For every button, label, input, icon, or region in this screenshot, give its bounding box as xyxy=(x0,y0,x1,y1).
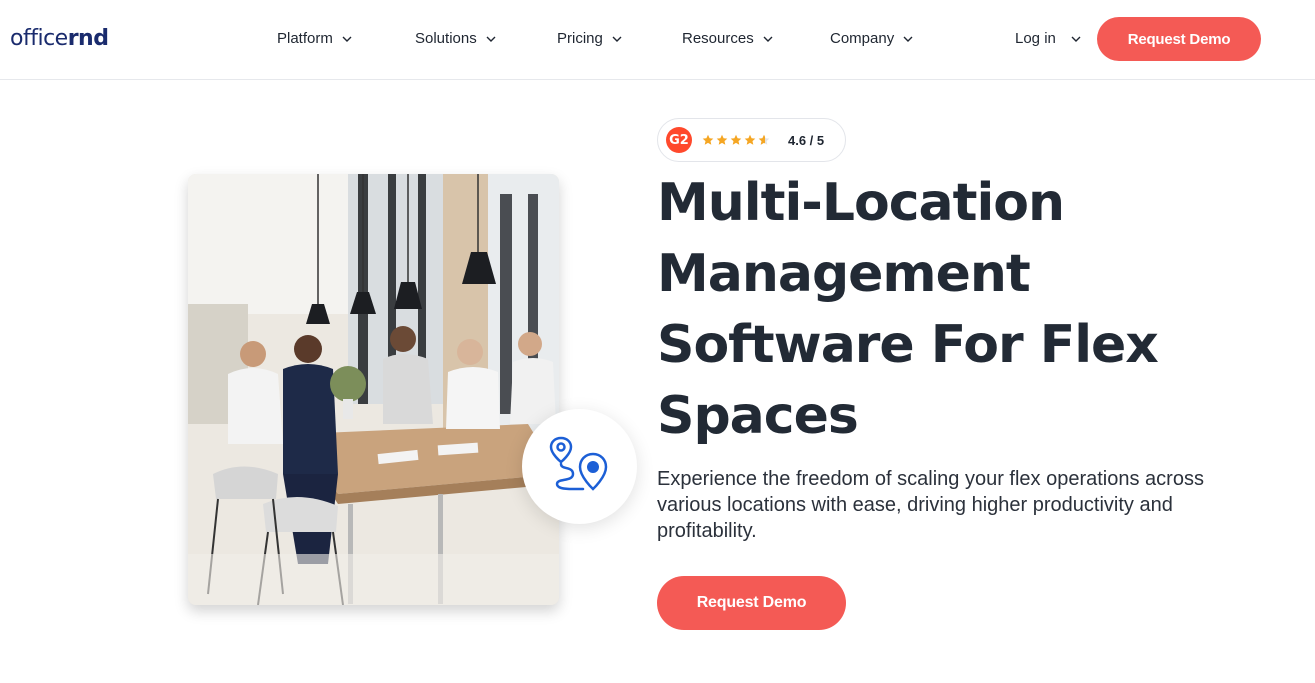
hero-subtitle: Experience the freedom of scaling your f… xyxy=(657,468,1204,542)
logo-bold-text: rnd xyxy=(67,26,109,51)
hero-title: Multi-Location Management Software For F… xyxy=(657,173,1159,446)
location-route-icon xyxy=(549,436,611,497)
nav-item-solutions[interactable]: Solutions xyxy=(415,30,497,47)
hero-request-demo-button[interactable]: Request Demo xyxy=(657,576,846,630)
nav-request-demo-button[interactable]: Request Demo xyxy=(1097,17,1261,61)
chevron-down-icon xyxy=(1070,33,1082,45)
chevron-down-icon xyxy=(762,33,774,45)
nav-item-label: Company xyxy=(830,30,895,47)
half-star-icon xyxy=(758,134,770,145)
rating-stars xyxy=(702,134,770,146)
login-label: Log in xyxy=(1015,30,1056,47)
nav-item-label: Pricing xyxy=(557,30,603,47)
chevron-down-icon xyxy=(902,33,914,45)
nav-item-label: Platform xyxy=(277,30,333,47)
chevron-down-icon xyxy=(611,33,623,45)
logo-light-text: office xyxy=(10,26,68,51)
hero-office-meeting-photo xyxy=(188,174,559,605)
nav-item-label: Solutions xyxy=(415,30,477,47)
chevron-down-icon xyxy=(341,33,353,45)
nav-item-company[interactable]: Company xyxy=(830,30,914,47)
top-navigation: officernd Platform Solutions Pricing Res… xyxy=(0,0,1315,80)
g2-logo-icon: G2 xyxy=(666,127,692,153)
g2-rating-badge[interactable]: G2 4.6 / 5 xyxy=(657,118,846,162)
nav-item-label: Resources xyxy=(682,30,754,47)
login-link[interactable]: Log in xyxy=(1015,30,1082,47)
officernd-logo[interactable]: officernd xyxy=(10,26,109,51)
star-icon xyxy=(716,134,728,145)
location-badge xyxy=(522,409,637,524)
star-icon xyxy=(744,134,756,145)
chevron-down-icon xyxy=(485,33,497,45)
nav-item-platform[interactable]: Platform xyxy=(277,30,353,47)
nav-item-resources[interactable]: Resources xyxy=(682,30,774,47)
rating-score: 4.6 / 5 xyxy=(788,132,825,148)
star-icon xyxy=(702,134,714,145)
star-icon xyxy=(730,134,742,145)
nav-item-pricing[interactable]: Pricing xyxy=(557,30,623,47)
